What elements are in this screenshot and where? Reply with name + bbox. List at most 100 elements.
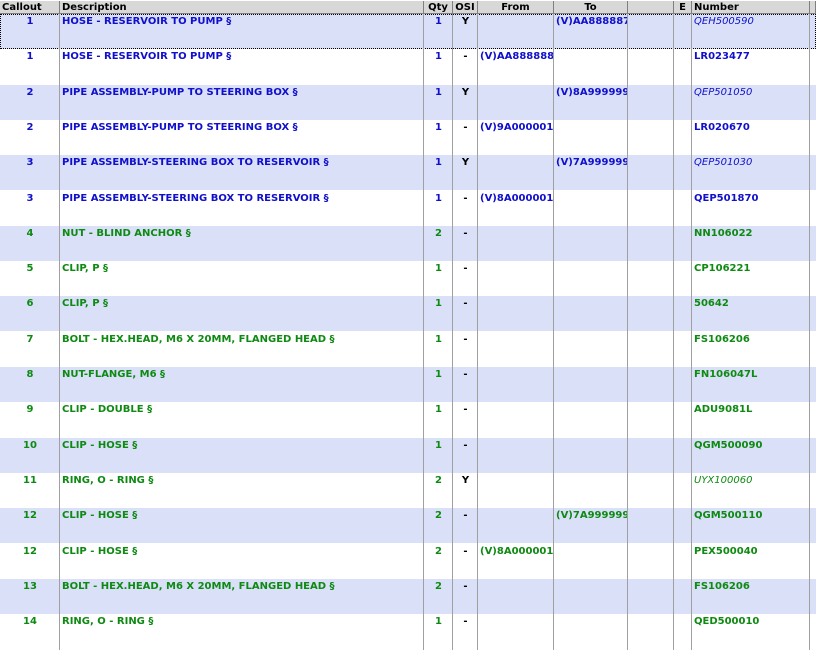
cell-callout: 2 [26, 121, 34, 133]
table-row[interactable]: 3 PIPE ASSEMBLY-STEERING BOX TO RESERVOIR… [0, 191, 816, 226]
header-qty[interactable]: Qty [424, 1, 453, 14]
cell-number: QED500010 [694, 616, 760, 628]
cell-number: FN106047L [694, 369, 758, 380]
column-divider [809, 14, 810, 650]
table-row[interactable]: 1 HOSE - RESERVOIR TO PUMP § 1 - (V)AA888888… [0, 49, 816, 84]
cell-callout: 12 [23, 510, 37, 522]
cell-qty: 1 [435, 616, 442, 628]
cell-number: QEP501870 [694, 192, 759, 204]
column-divider [627, 14, 628, 650]
cell-number: ADU9081L [694, 404, 753, 416]
cell-number: FS106206 [694, 580, 750, 592]
table-row[interactable]: 7 BOLT - HEX.HEAD, M6 X 20MM, FLANGED HEA… [0, 332, 816, 367]
cell-from: (V)8A000001 [480, 545, 554, 557]
cell-to [554, 122, 628, 134]
cell-to [554, 193, 628, 205]
cell-to [554, 616, 628, 628]
cell-qty: 1 [435, 298, 442, 310]
cell-osi: - [463, 580, 468, 592]
cell-osi: - [463, 510, 468, 522]
table-row[interactable]: 1 HOSE - RESERVOIR TO PUMP § 1 Y (V)AA888887… [0, 14, 816, 49]
cell-osi: - [463, 263, 468, 275]
cell-to: (V)AA888887 [556, 16, 628, 27]
cell-to [554, 475, 628, 487]
table-row[interactable]: 5 CLIP, P § 1 - CP106221 [0, 261, 816, 296]
cell-osi: - [463, 51, 468, 63]
column-header-row: Callout Description Qty OSI From To E Nu… [0, 0, 816, 14]
cell-from [478, 616, 554, 628]
table-row[interactable]: 12 CLIP - HOSE § 2 - (V)7A999999 QGM500110 [0, 508, 816, 544]
header-callout[interactable]: Callout [0, 1, 60, 14]
cell-osi: - [463, 298, 468, 310]
cell-number: UYX100060 [694, 474, 753, 486]
cell-description: PIPE ASSEMBLY-PUMP TO STEERING BOX § [62, 86, 298, 98]
header-blank [628, 1, 674, 14]
cell-to [554, 51, 628, 63]
cell-osi: - [463, 545, 468, 557]
cell-description: HOSE - RESERVOIR TO PUMP § [62, 51, 232, 63]
cell-qty: 1 [435, 263, 442, 275]
cell-callout: 2 [26, 86, 34, 98]
header-to[interactable]: To [554, 1, 628, 14]
cell-qty: 1 [435, 439, 442, 451]
table-row[interactable]: 8 NUT-FLANGE, M6 § 1 - FN106047L [0, 367, 816, 402]
cell-qty: 2 [435, 580, 442, 592]
table-row[interactable]: 3 PIPE ASSEMBLY-STEERING BOX TO RESERVOIR… [0, 155, 816, 191]
cell-qty: 2 [435, 227, 442, 239]
table-row[interactable]: 14 RING, O - RING § 1 - QED500010 [0, 614, 816, 649]
cell-to [554, 581, 628, 593]
cell-description: CLIP - HOSE § [62, 545, 138, 557]
column-divider [59, 14, 60, 650]
table-row[interactable]: 4 NUT - BLIND ANCHOR § 2 - NN106022 [0, 225, 816, 261]
cell-from [478, 157, 554, 169]
cell-osi: Y [461, 474, 470, 486]
cell-osi: Y [461, 86, 470, 98]
cell-qty: 1 [435, 369, 442, 380]
table-row[interactable]: 2 PIPE ASSEMBLY-PUMP TO STEERING BOX § 1 Y (… [0, 84, 816, 120]
header-e[interactable]: E [674, 1, 692, 14]
cell-from [478, 16, 554, 28]
table-row[interactable]: 10 CLIP - HOSE § 1 - QGM500090 [0, 437, 816, 473]
cell-number: QGM500090 [694, 439, 763, 451]
cell-description: RING, O - RING § [62, 474, 154, 486]
cell-osi: - [463, 439, 468, 451]
table-row[interactable]: 9 CLIP - DOUBLE § 1 - ADU9081L [0, 402, 816, 437]
header-osi[interactable]: OSI [453, 1, 478, 14]
cell-qty: 1 [435, 16, 442, 27]
cell-description: NUT - BLIND ANCHOR § [62, 227, 191, 239]
cell-description: BOLT - HEX.HEAD, M6 X 20MM, FLANGED HEAD… [62, 333, 335, 345]
cell-from [478, 87, 554, 99]
header-number[interactable]: Number [692, 1, 810, 14]
table-row[interactable]: 12 CLIP - HOSE § 2 - (V)8A000001 PEX500040 [0, 544, 816, 579]
table-row[interactable]: 13 BOLT - HEX.HEAD, M6 X 20MM, FLANGED HE… [0, 578, 816, 614]
cell-callout: 1 [26, 16, 34, 27]
cell-from: (V)8A000001 [480, 192, 554, 204]
cell-osi: - [463, 616, 468, 628]
table-row[interactable]: 2 PIPE ASSEMBLY-PUMP TO STEERING BOX § 1 -(… [0, 120, 816, 155]
cell-number: QGM500110 [694, 510, 763, 522]
cell-callout: 5 [26, 263, 34, 275]
cell-number: QEP501050 [694, 86, 753, 98]
cell-number: 50642 [694, 298, 729, 310]
cell-qty: 2 [435, 510, 442, 522]
cell-osi: - [463, 121, 468, 133]
cell-callout: 12 [23, 545, 37, 557]
table-row[interactable]: 11 RING, O - RING § 2 Y UYX100060 [0, 473, 816, 508]
cell-description: CLIP, P § [62, 263, 109, 275]
cell-from [478, 510, 554, 522]
cell-from [478, 263, 554, 275]
cell-description: BOLT - HEX.HEAD, M6 X 20MM, FLANGED HEAD… [62, 580, 335, 592]
table-row[interactable]: 6 CLIP, P § 1 - 50642 [0, 296, 816, 332]
cell-from: (V)AA888888 [480, 51, 554, 63]
cell-to [554, 228, 628, 240]
cell-description: PIPE ASSEMBLY-PUMP TO STEERING BOX § [62, 121, 298, 133]
cell-to [554, 546, 628, 558]
header-from[interactable]: From [478, 1, 554, 14]
cell-to [554, 263, 628, 275]
column-divider [673, 14, 674, 650]
cell-qty: 2 [435, 545, 442, 557]
cell-callout: 4 [26, 227, 34, 239]
header-description[interactable]: Description [60, 1, 424, 14]
cell-qty: 1 [435, 404, 442, 416]
cell-callout: 1 [26, 51, 34, 63]
